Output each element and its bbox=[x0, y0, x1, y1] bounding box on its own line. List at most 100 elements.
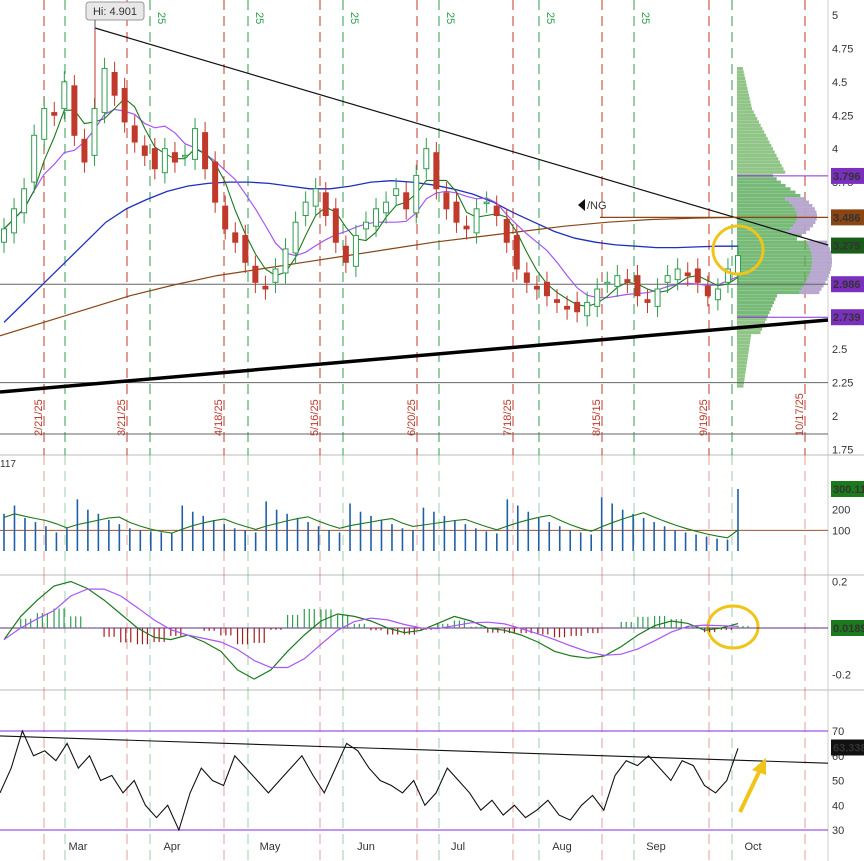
candle-body bbox=[332, 208, 339, 243]
candle-body bbox=[694, 268, 701, 283]
volume-profile-bar bbox=[737, 143, 772, 148]
volume-profile-bar bbox=[737, 347, 749, 351]
month-label: Oct bbox=[744, 841, 761, 853]
candle-body bbox=[282, 248, 289, 274]
macd-tick-label: 0.2 bbox=[832, 577, 847, 589]
macd-pane: -0.200.20.0189 bbox=[0, 577, 864, 682]
volume-profile-bar bbox=[737, 93, 749, 97]
volume-profile-bar bbox=[737, 170, 786, 174]
volume-profile-va bbox=[811, 257, 832, 261]
candle-body bbox=[403, 192, 410, 210]
candle-body bbox=[51, 112, 58, 116]
volume-profile-bar bbox=[737, 377, 745, 381]
price-tick-label: 1.75 bbox=[832, 444, 853, 456]
volume-profile-bar bbox=[737, 371, 746, 375]
candle-body bbox=[141, 145, 148, 156]
rsi-tick-label: 40 bbox=[832, 800, 844, 812]
volume-profile-bar bbox=[737, 87, 748, 91]
price-tag-label: 2.739 bbox=[833, 312, 861, 324]
volume-profile-bar bbox=[737, 66, 743, 71]
date-marker-label: 4/18/25 bbox=[213, 399, 225, 436]
month-label: Jul bbox=[451, 841, 465, 853]
candle-body bbox=[161, 148, 168, 174]
volume-profile-va bbox=[810, 250, 831, 254]
volume-profile-bar bbox=[737, 334, 751, 338]
candle-body bbox=[322, 192, 329, 217]
volume-profile-bar bbox=[737, 183, 786, 188]
candle-body bbox=[171, 152, 178, 163]
volume-profile-bar bbox=[737, 177, 777, 181]
volume-profile-bar bbox=[737, 110, 754, 114]
volume-profile-bar bbox=[737, 300, 774, 305]
rsi-trendline bbox=[0, 735, 829, 764]
candle-body bbox=[533, 285, 540, 290]
price-tag-label: 3.486 bbox=[833, 212, 861, 224]
candle-body bbox=[383, 201, 390, 214]
candle-body bbox=[513, 235, 520, 270]
volume-profile-bar bbox=[737, 147, 773, 151]
volume-profile-bar bbox=[737, 83, 747, 87]
candle-body bbox=[131, 125, 138, 143]
chart-canvas: 1.7522.252.52.7533.253.53.7544.254.54.75… bbox=[0, 0, 864, 861]
volume-profile-bar bbox=[737, 113, 756, 117]
volume-profile-va bbox=[795, 220, 816, 224]
volume-profile-va bbox=[809, 247, 830, 251]
candle-body bbox=[423, 148, 430, 170]
volume-profile-va bbox=[811, 254, 832, 258]
candle-body bbox=[433, 152, 440, 190]
volume-profile-bar bbox=[737, 150, 775, 154]
volume-profile-bar bbox=[737, 337, 751, 341]
candle-body bbox=[81, 138, 88, 163]
top-marker-label: 25 bbox=[444, 12, 456, 24]
month-label: May bbox=[260, 841, 281, 853]
volume-profile-bar bbox=[737, 153, 777, 158]
candle-body bbox=[684, 272, 691, 277]
candle-body bbox=[192, 128, 199, 160]
price-tag-label: 3.275 bbox=[833, 241, 861, 253]
candle-body bbox=[242, 235, 249, 263]
candle-body bbox=[252, 265, 259, 283]
volume-profile-bar bbox=[737, 374, 745, 378]
volume-profile-va bbox=[810, 267, 831, 271]
top-marker-label: 25 bbox=[639, 12, 651, 24]
volume-profile-bar bbox=[737, 130, 765, 134]
candle-body bbox=[1, 228, 7, 243]
date-marker-label: 5/16/25 bbox=[309, 399, 321, 436]
volume-profile-bar bbox=[737, 90, 749, 94]
macd-tick-label: -0.2 bbox=[832, 670, 851, 682]
candle-body bbox=[413, 174, 420, 214]
candle-body bbox=[523, 272, 530, 283]
candle-body bbox=[342, 245, 349, 263]
volume-profile-bar bbox=[737, 76, 746, 81]
candle-body bbox=[574, 301, 581, 313]
candle-body bbox=[232, 232, 239, 243]
volume-profile-bar bbox=[737, 133, 766, 137]
price-tick-label: 5 bbox=[832, 10, 838, 22]
candle-body bbox=[564, 305, 571, 310]
candle-body bbox=[664, 275, 671, 283]
volume-profile-bar bbox=[737, 330, 761, 335]
volume-profile-va bbox=[784, 197, 805, 201]
candle-body bbox=[704, 285, 711, 297]
rsi-tick-label: 70 bbox=[832, 726, 844, 738]
candle-body bbox=[604, 281, 611, 285]
candle-body bbox=[121, 88, 128, 123]
candle-body bbox=[101, 67, 108, 114]
candle-body bbox=[473, 208, 480, 234]
volume-profile-va bbox=[801, 287, 822, 291]
top-marker-label: 25 bbox=[253, 12, 265, 24]
hi-label: Hi: 4.901 bbox=[93, 6, 137, 18]
candle-body bbox=[31, 134, 38, 183]
volume-profile-bar bbox=[737, 340, 750, 345]
candle-body bbox=[272, 268, 279, 283]
candle-body bbox=[584, 301, 591, 317]
volume-profile-bar bbox=[737, 354, 748, 358]
volume-profile-bar bbox=[737, 107, 752, 111]
month-label: Jun bbox=[357, 841, 375, 853]
month-label: Apr bbox=[163, 841, 180, 853]
candle-body bbox=[373, 208, 380, 227]
volume-profile-va bbox=[793, 224, 814, 228]
candle-body bbox=[222, 205, 229, 230]
candle-body bbox=[483, 201, 490, 205]
volume-pane: 100200300300.11 bbox=[0, 481, 864, 551]
